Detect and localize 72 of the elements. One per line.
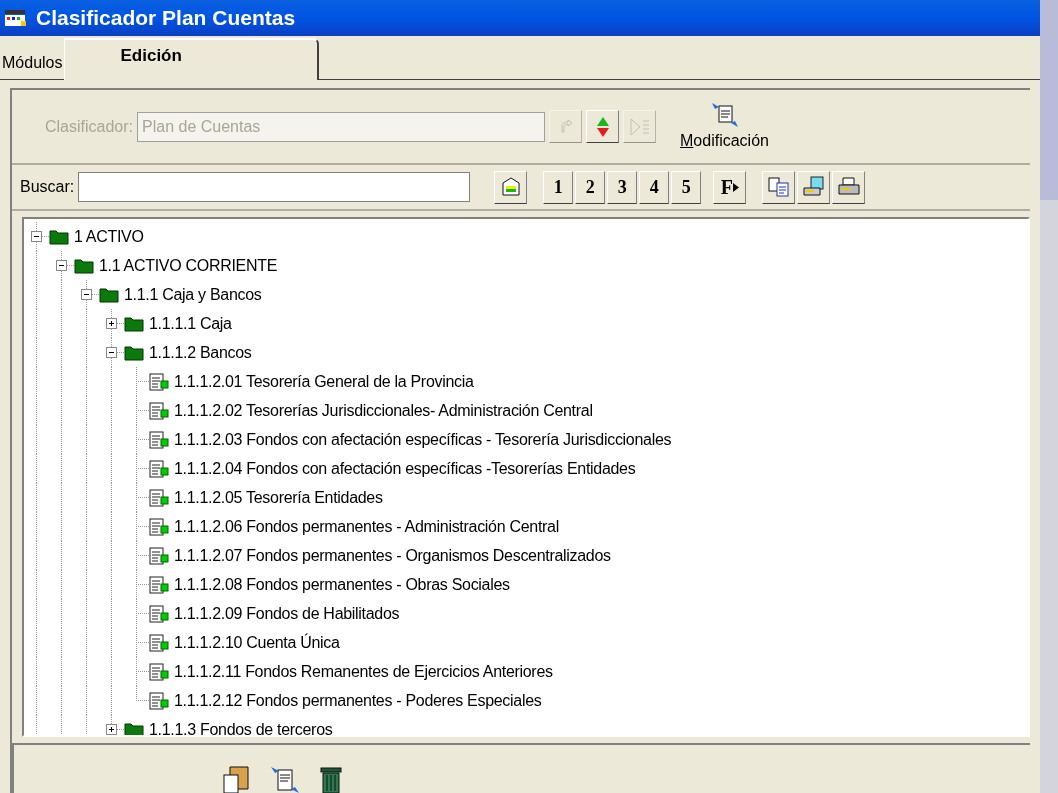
tree-item-label[interactable]: 1.1.1.2.01 Tesorería General de la Provincia (174, 369, 474, 394)
document-icon (149, 633, 169, 652)
folder-icon (124, 721, 144, 735)
tree-item-label[interactable]: 1.1.1.2.08 Fondos permanentes - Obras Sociales (174, 572, 510, 597)
document-icon (149, 372, 169, 391)
tree-item-label[interactable]: 1.1.1 Caja y Bancos (124, 282, 262, 307)
tree-item-label[interactable]: 1.1.1.2.02 Tesorerías Jurisdiccionales- Administración Central (174, 398, 593, 423)
printer-preview-icon (801, 176, 826, 198)
document-icon (149, 604, 169, 623)
printer-icon (836, 176, 861, 198)
document-icon (149, 575, 169, 594)
document-icon (149, 430, 169, 449)
tree-item-label[interactable]: 1.1.1.1 Caja (149, 311, 232, 336)
level-button[interactable]: 2 (575, 170, 606, 204)
app-icon (4, 8, 28, 28)
up-down-arrows-icon (595, 115, 610, 138)
folder-icon (74, 257, 94, 274)
options-button[interactable] (494, 170, 528, 204)
expand-toggle[interactable] (31, 231, 42, 242)
document-icon (149, 662, 169, 681)
search-field[interactable] (78, 172, 471, 202)
document-icon (149, 691, 169, 710)
document-icon (149, 517, 169, 536)
tree-item-label[interactable]: 1.1 ACTIVO CORRIENTE (99, 253, 278, 278)
expand-toggle[interactable] (106, 724, 117, 735)
expand-toggle[interactable] (81, 289, 92, 300)
copy-button[interactable] (762, 170, 796, 204)
tree-item-label[interactable]: 1.1.1.2.05 Tesorería Entidades (174, 485, 383, 510)
expand-toggle[interactable] (106, 318, 117, 329)
search-label: Buscar: (20, 177, 75, 197)
document-arrows-icon (709, 100, 740, 129)
document-icon (149, 488, 169, 507)
new-folder-icon[interactable] (222, 765, 252, 793)
move-up-down-button[interactable] (586, 110, 620, 143)
play-list-icon (628, 116, 651, 137)
level-button[interactable]: 4 (639, 170, 670, 204)
folder-stack-icon (500, 177, 521, 197)
tree-item-label[interactable]: 1.1.1.2.09 Fondos de Habilitados (174, 601, 400, 626)
tree-item-label[interactable]: 1.1.1.2.12 Fondos permanentes - Poderes Especiales (174, 688, 542, 713)
tree-item-label[interactable]: 1.1.1.2.11 Fondos Remanentes de Ejercicios Anteriores (174, 659, 553, 684)
folder-icon (49, 228, 69, 245)
copy-icon (767, 177, 790, 197)
folder-icon (124, 315, 144, 332)
level-button[interactable]: 3 (607, 170, 638, 204)
expand-toggle[interactable] (56, 260, 67, 271)
tree-item-label[interactable]: 1.1.1.2.07 Fondos permanentes - Organismos Descentralizados (174, 543, 611, 568)
classifier-label: Clasificador: (45, 116, 134, 137)
document-arrows-icon[interactable] (270, 765, 300, 793)
print-preview-button[interactable] (797, 170, 831, 204)
tree-item-label[interactable]: 1 ACTIVO (74, 224, 144, 249)
tree-item-label[interactable]: 1.1.1.2 Bancos (149, 340, 252, 365)
format-button[interactable]: F (713, 170, 747, 204)
tree-item-label[interactable]: 1.1.1.2.06 Fondos permanentes - Administración Central (174, 514, 559, 539)
document-icon (149, 459, 169, 478)
tab[interactable]: Edición (64, 38, 320, 80)
folder-icon (99, 286, 119, 303)
document-icon (149, 401, 169, 420)
trash-icon[interactable] (318, 765, 344, 793)
tree-item-label[interactable]: 1.1.1.2.10 Cuenta Única (174, 630, 340, 655)
modify-button[interactable]: Modificación (680, 100, 769, 153)
folder-icon (124, 344, 144, 361)
document-icon (149, 546, 169, 565)
expand-toggle[interactable] (106, 347, 117, 358)
tab[interactable]: Módulos (0, 36, 65, 76)
level-button[interactable]: 5 (671, 170, 702, 204)
tree-item-label[interactable]: 1.1.1.2.04 Fondos con afectación específicas -Tesorerías Entidades (174, 456, 636, 481)
tree-item-label[interactable]: 1.1.1.2.03 Fondos con afectación específicas - Tesorería Jurisdiccionales (174, 427, 672, 452)
print-button[interactable] (832, 170, 866, 204)
play-triangle-icon (732, 182, 739, 192)
window-title: Clasificador Plan Cuentas (36, 5, 296, 32)
level-button[interactable]: 1 (543, 170, 574, 204)
tree-item-label[interactable]: 1.1.1.3 Fondos de terceros (149, 717, 333, 735)
